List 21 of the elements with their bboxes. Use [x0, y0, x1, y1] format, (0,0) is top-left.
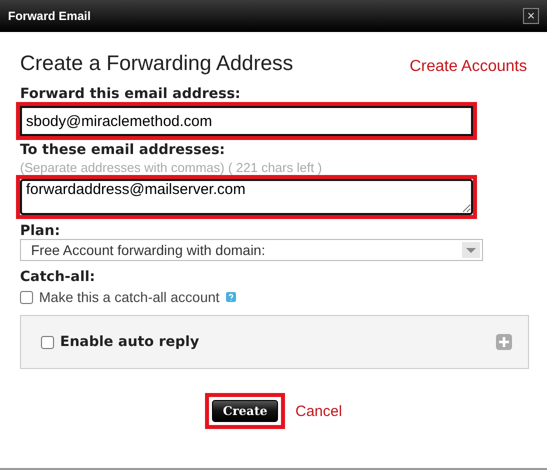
to-addresses-field[interactable]: forwardaddress@mailserver.com	[20, 179, 473, 215]
page-heading: Create a Forwarding Address	[20, 52, 294, 76]
field-label: Forward this email address:	[20, 86, 242, 102]
create-button[interactable]: Create	[212, 400, 278, 422]
create-accounts-link[interactable]: Create Accounts	[410, 58, 527, 76]
checkbox[interactable]	[20, 290, 33, 304]
hint-text: (Separate addresses with commas) ( 221 chars left )	[20, 160, 324, 175]
window-title: Forward Email	[8, 9, 91, 23]
plus-icon[interactable]	[496, 334, 512, 350]
forward-address-field[interactable]: sbody@miraclemethod.com	[20, 106, 473, 136]
help-icon[interactable]	[226, 292, 236, 302]
field-label: Catch-all:	[20, 269, 96, 285]
field-label: To these email addresses:	[20, 142, 226, 158]
checkbox-label: Make this a catch-all account	[39, 289, 220, 305]
checkbox-label: Enable auto reply	[60, 334, 200, 350]
close-button[interactable]: ×	[523, 8, 539, 24]
cancel-link[interactable]: Cancel	[295, 402, 342, 420]
field-label: Plan:	[20, 223, 62, 239]
caret-icon	[462, 242, 480, 258]
checkbox[interactable]	[41, 336, 54, 348]
plan-dropdown[interactable]: Free Account forwarding with domain:	[20, 239, 483, 261]
